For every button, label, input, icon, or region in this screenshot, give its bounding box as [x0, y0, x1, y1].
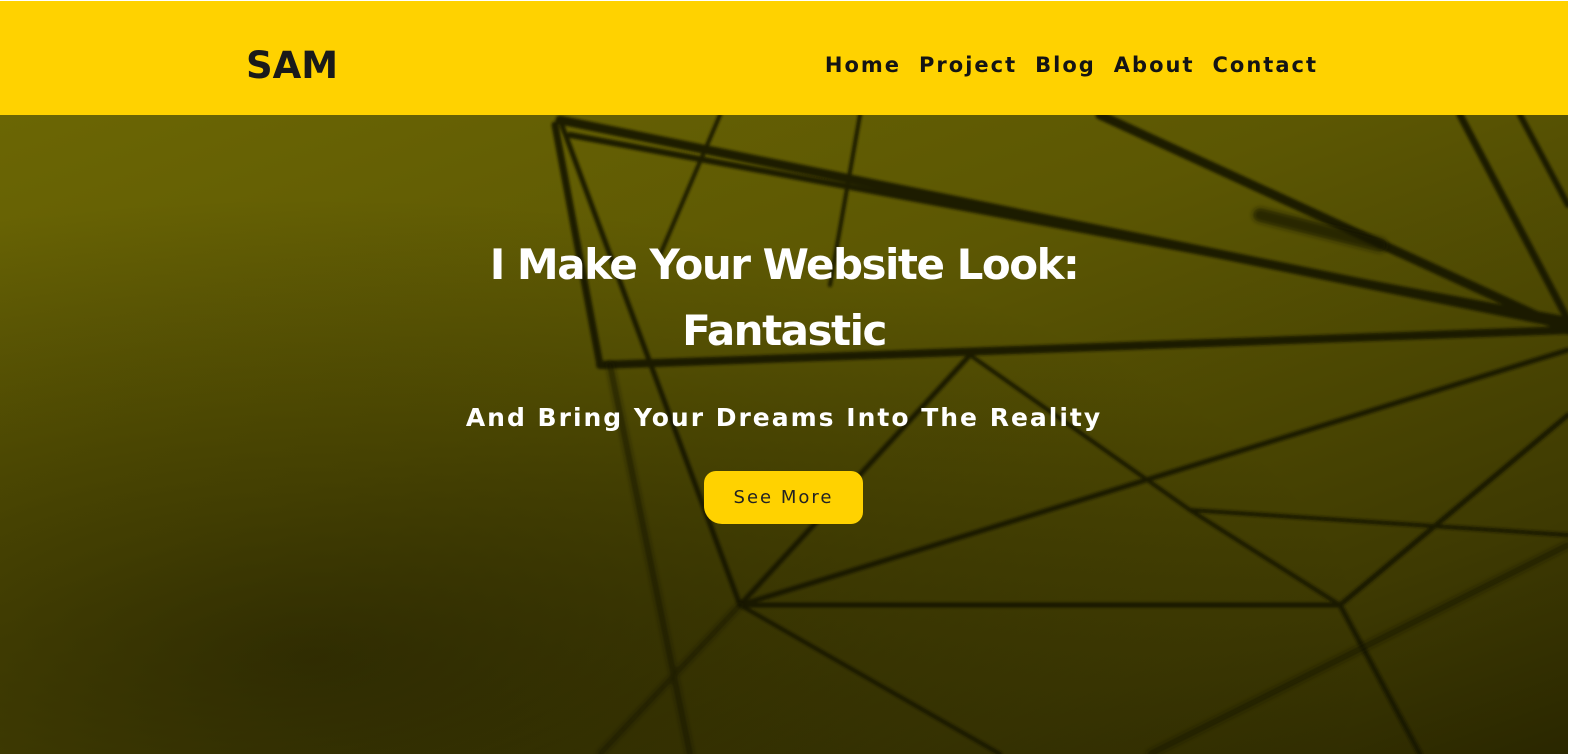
hero-title-line-1: I Make Your Website Look:: [489, 240, 1080, 289]
nav-home-link[interactable]: Home: [825, 51, 901, 79]
hero-title: I Make Your Website Look: Fantastic: [0, 232, 1568, 364]
nav-blog-link[interactable]: Blog: [1035, 51, 1096, 79]
nav-contact-link[interactable]: Contact: [1213, 51, 1319, 79]
page-edge: [1568, 0, 1582, 754]
see-more-button[interactable]: See More: [704, 471, 863, 524]
hero-subtitle: And Bring Your Dreams Into The Reality: [465, 403, 1103, 432]
navbar: SAM Home Project Blog About Contact: [0, 0, 1568, 115]
main-nav: Home Project Blog About Contact: [825, 51, 1318, 79]
nav-project-link[interactable]: Project: [919, 51, 1017, 79]
hero-section: I Make Your Website Look: Fantastic And …: [0, 115, 1568, 754]
hero-title-line-2: Fantastic: [682, 306, 887, 355]
nav-about-link[interactable]: About: [1114, 51, 1195, 79]
site-logo[interactable]: SAM: [246, 45, 338, 87]
page: SAM Home Project Blog About Contact I Ma…: [0, 0, 1582, 754]
